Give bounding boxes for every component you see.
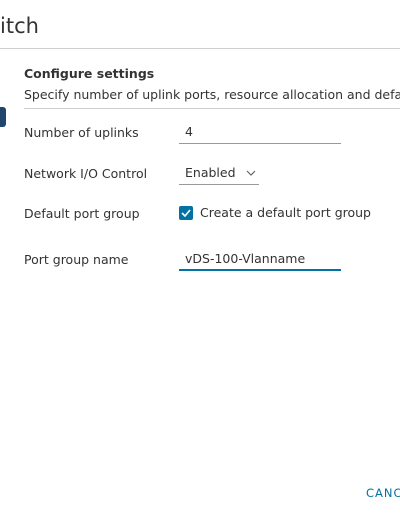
port-group-name-input[interactable] bbox=[179, 247, 341, 271]
port-group-name-label: Port group name bbox=[24, 252, 129, 267]
step-divider bbox=[24, 108, 400, 109]
new-distributed-switch-wizard: itch Configure settings Specify number o… bbox=[0, 0, 400, 516]
active-step-indicator bbox=[0, 107, 6, 127]
nioc-select[interactable]: Enabled bbox=[179, 161, 259, 185]
step-heading: Configure settings bbox=[24, 66, 155, 81]
uplinks-input[interactable] bbox=[179, 120, 341, 144]
uplinks-label: Number of uplinks bbox=[24, 125, 139, 140]
wizard-title: itch bbox=[0, 14, 39, 38]
default-port-group-label: Default port group bbox=[24, 206, 140, 221]
step-description: Specify number of uplink ports, resource… bbox=[24, 87, 400, 102]
nioc-label: Network I/O Control bbox=[24, 166, 148, 181]
checkmark-icon bbox=[181, 209, 191, 217]
cancel-button[interactable]: CANC bbox=[366, 486, 400, 500]
chevron-down-icon bbox=[246, 170, 256, 176]
default-port-group-checkbox-label[interactable]: Create a default port group bbox=[200, 205, 371, 220]
title-divider bbox=[0, 48, 400, 49]
default-port-group-checkbox[interactable] bbox=[179, 206, 193, 220]
nioc-selected-value: Enabled bbox=[185, 165, 236, 180]
